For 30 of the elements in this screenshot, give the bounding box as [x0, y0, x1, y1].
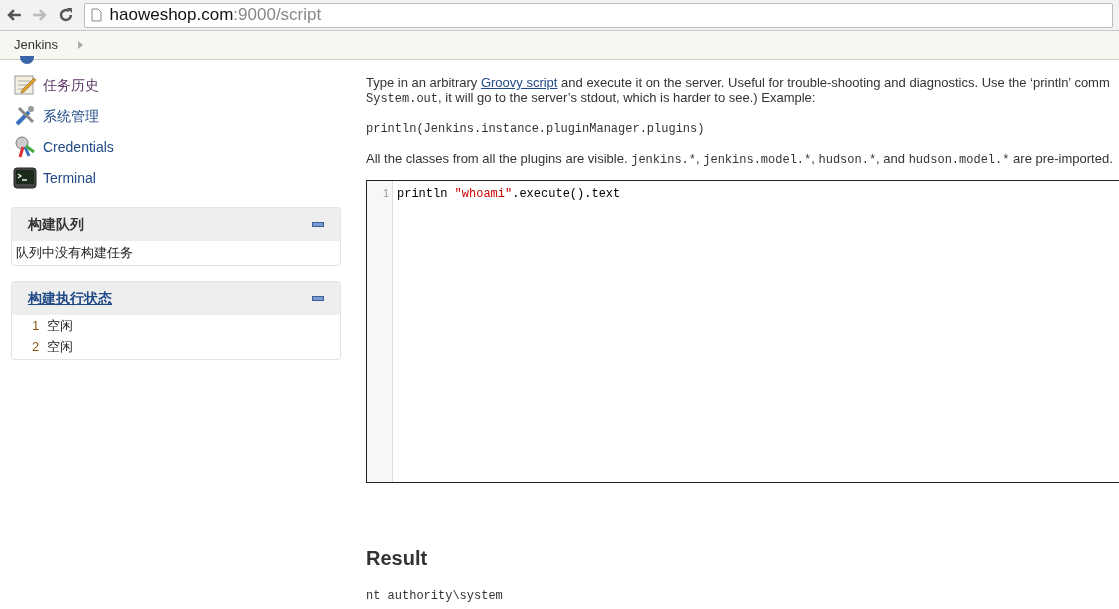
intro-paragraph: Type in an arbitrary Groovy script and execute it on the server. Useful for trouble-shooting and diagnostics. Use the ‘println’ comm System.out, it will go to the server’s stdout, which is harder to see.) Example: [366, 75, 1111, 107]
groovy-script-link[interactable]: Groovy script [480, 75, 558, 90]
imports-note: All the classes from all the plugins are visible. jenkins.*, jenkins.model.*, hudson.*, and hudson.model.* are pre-imported. [366, 150, 1114, 169]
tools-icon[interactable] [13, 104, 37, 128]
reload-icon[interactable] [57, 7, 74, 23]
keys-icon[interactable] [13, 135, 37, 159]
task-link[interactable]: Terminal [43, 167, 96, 189]
panel-title: 构建队列 [28, 215, 84, 234]
terminal-icon[interactable] [13, 166, 37, 190]
executor-number: 1 [32, 317, 40, 336]
result-output: nt authority\system [366, 588, 504, 605]
panel-title-link[interactable]: 构建执行状态 [28, 287, 112, 309]
task-link[interactable]: Credentials [43, 136, 114, 158]
code-editor[interactable]: 1 println "whoami".execute().text [366, 180, 1119, 483]
collapse-button[interactable] [312, 295, 324, 301]
task-link[interactable]: 系统管理 [43, 105, 99, 127]
queue-empty-text: 队列中没有构建任务 [15, 244, 134, 262]
example-code: println(Jenkins.instance.pluginManager.plugins) [366, 121, 706, 138]
page-icon [90, 8, 102, 22]
executor-status: 空闲 [47, 317, 74, 336]
line-number: 1 [381, 186, 389, 201]
address-bar[interactable]: haoweshop.com:9000/script [83, 2, 1113, 28]
executor-number: 2 [32, 338, 40, 357]
result-heading: Result [366, 546, 429, 571]
executor-status: 空闲 [47, 338, 74, 357]
notepad-icon[interactable] [13, 73, 37, 97]
task-link[interactable]: 任务历史 [43, 74, 99, 96]
code-line: println "whoami".execute().text [397, 186, 621, 201]
back-icon[interactable] [6, 8, 22, 22]
breadcrumb-link[interactable]: Jenkins [14, 35, 59, 55]
